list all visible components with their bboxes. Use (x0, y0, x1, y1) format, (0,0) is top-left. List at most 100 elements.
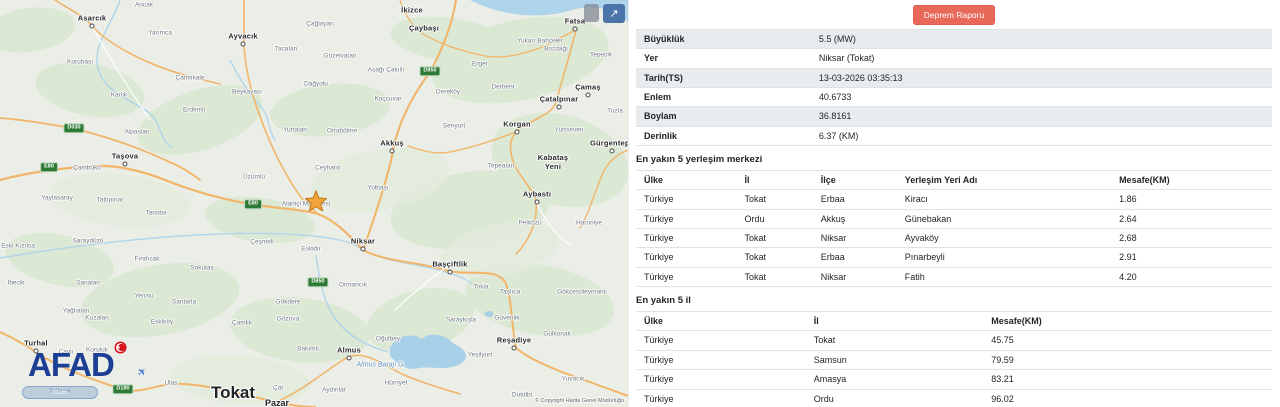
table-cell: 2.64 (1111, 208, 1272, 229)
nearest-settlements-title: En yakın 5 yerleşim merkezi (636, 154, 763, 166)
table-header-row: Ülke İl İlçe Yerleşim Yeri Adı Mesafe(KM) (636, 170, 1272, 191)
column-header: Ülke (636, 170, 737, 191)
detail-value: 13-03-2026 03:35:13 (810, 67, 1272, 88)
table-cell: Ordu (805, 388, 984, 407)
nearest-provinces-title: En yakın 5 il (636, 295, 691, 307)
city-marker (556, 104, 562, 110)
earthquake-detail-panel: Deprem Raporu Büyüklük 5.5 (MW) Yer Niksar … (628, 0, 1280, 407)
map-expand-button[interactable]: ↗ (603, 4, 625, 23)
table-cell: 79.59 (983, 349, 1272, 370)
detail-row: Enlem 40.6733 (636, 87, 1272, 107)
table-cell: Türkiye (636, 228, 737, 248)
table-row: Türkiye Samsun 79.59 (636, 349, 1272, 370)
table-cell: 96.02 (983, 388, 1272, 407)
crescent-star-icon (114, 341, 127, 354)
column-header: Yerleşim Yeri Adı (896, 170, 1112, 191)
table-cell: Niksar (812, 228, 897, 248)
table-cell: Kiracı (896, 189, 1112, 210)
table-cell: Türkiye (636, 369, 806, 389)
city-marker (389, 148, 395, 154)
table-cell: 4.20 (1111, 266, 1272, 288)
detail-row: Tarih(TS) 13-03-2026 03:35:13 (636, 67, 1272, 88)
table-cell: Türkiye (636, 266, 737, 288)
detail-value: 5.5 (MW) (810, 28, 1272, 49)
column-header: İl (736, 170, 813, 191)
table-cell: Pınarbeyli (896, 247, 1112, 268)
detail-label: Derinlik (636, 125, 811, 147)
table-cell: Günebakan (896, 208, 1112, 229)
table-cell: 2.91 (1111, 247, 1272, 268)
city-marker (346, 355, 352, 361)
detail-value: 40.6733 (810, 87, 1272, 107)
table-cell: Türkiye (636, 330, 806, 351)
table-row: Türkiye Tokat 45.75 (636, 330, 1272, 351)
city-marker (240, 41, 246, 47)
epicenter-star[interactable] (304, 190, 328, 219)
map-scale-bar: 30 km (22, 386, 98, 399)
table-cell: Tokat (805, 330, 984, 351)
detail-row: Boylam 36.8161 (636, 106, 1272, 127)
table-cell: Erbaa (812, 247, 897, 268)
column-header: Mesafe(KM) (983, 311, 1272, 332)
road-badge-e80: E80 (40, 162, 58, 172)
table-cell: Türkiye (636, 208, 737, 229)
table-cell: Tokat (736, 266, 813, 288)
deprem-raporu-button[interactable]: Deprem Raporu (912, 5, 996, 25)
detail-row: Yer Niksar (Tokat) (636, 48, 1272, 69)
earthquake-report-page: Ancak Yarımca Korubaşı Çamlıkale Karlık Erdem… (0, 0, 1280, 407)
table-cell: Türkiye (636, 247, 737, 268)
road-badge-d850: D850 (419, 66, 441, 76)
detail-label: Enlem (636, 87, 811, 107)
nearest-provinces-table: Ülke İl Mesafe(KM) Türkiye Tokat 45.75 Türkiye… (636, 311, 1272, 407)
table-cell: Tokat (736, 228, 813, 248)
table-cell: Niksar (812, 266, 897, 288)
map-canvas[interactable]: Ancak Yarımca Korubaşı Çamlıkale Karlık Erdem… (0, 0, 628, 407)
city-marker (89, 23, 95, 29)
afad-logo-text: AFAD (28, 346, 115, 383)
column-header: Ülke (636, 311, 806, 332)
table-cell: Amasya (805, 369, 984, 389)
table-row: Türkiye Tokat Niksar Fatih 4.20 (636, 266, 1272, 288)
expand-arrow-icon: ↗ (609, 7, 619, 20)
city-marker (514, 129, 520, 135)
column-header: Mesafe(KM) (1111, 170, 1272, 191)
column-header: İlçe (812, 170, 897, 191)
map-layers-button[interactable] (584, 4, 599, 22)
almus-lake (390, 334, 467, 369)
table-cell: Fatih (896, 266, 1112, 288)
afad-logo: AFAD (28, 341, 127, 383)
table-row: Türkiye Amasya 83.21 (636, 369, 1272, 389)
detail-value: 36.8161 (810, 106, 1272, 127)
nearest-settlements-table: Ülke İl İlçe Yerleşim Yeri Adı Mesafe(KM) Tür… (636, 170, 1272, 288)
table-cell: Erbaa (812, 189, 897, 210)
table-cell: 83.21 (983, 369, 1272, 389)
table-row: Türkiye Ordu 96.02 (636, 388, 1272, 407)
detail-label: Yer (636, 48, 811, 69)
detail-label: Boylam (636, 106, 811, 127)
city-marker (122, 161, 128, 167)
table-row: Türkiye Ordu Akkuş Günebakan 2.64 (636, 208, 1272, 229)
road-badge-d850: D850 (307, 277, 329, 287)
column-header: İl (805, 311, 984, 332)
detail-row: Büyüklük 5.5 (MW) (636, 28, 1272, 49)
road-badge-e80: E80 (244, 199, 262, 209)
table-cell: Ayvaköy (896, 228, 1112, 248)
city-marker (511, 345, 517, 351)
table-row: Türkiye Tokat Niksar Ayvaköy 2.68 (636, 228, 1272, 248)
detail-label: Tarih(TS) (636, 67, 811, 88)
scale-label: 30 km (52, 390, 68, 396)
table-row: Türkiye Tokat Erbaa Kiracı 1.86 (636, 189, 1272, 210)
city-marker (360, 246, 366, 252)
table-row: Türkiye Tokat Erbaa Pınarbeyli 2.91 (636, 247, 1272, 268)
detail-value: 6.37 (KM) (810, 125, 1272, 147)
table-cell: 1.86 (1111, 189, 1272, 210)
table-cell: Tokat (736, 247, 813, 268)
road-badge-d030: D030 (63, 123, 85, 133)
city-marker (609, 148, 615, 154)
table-cell: Akkuş (812, 208, 897, 229)
star-icon (304, 190, 328, 212)
road-badge-d180: D180 (112, 384, 134, 394)
table-cell: Türkiye (636, 349, 806, 370)
table-cell: Türkiye (636, 388, 806, 407)
map-copyright: © Copyright Harita Genel Müdürlüğü (534, 398, 624, 404)
